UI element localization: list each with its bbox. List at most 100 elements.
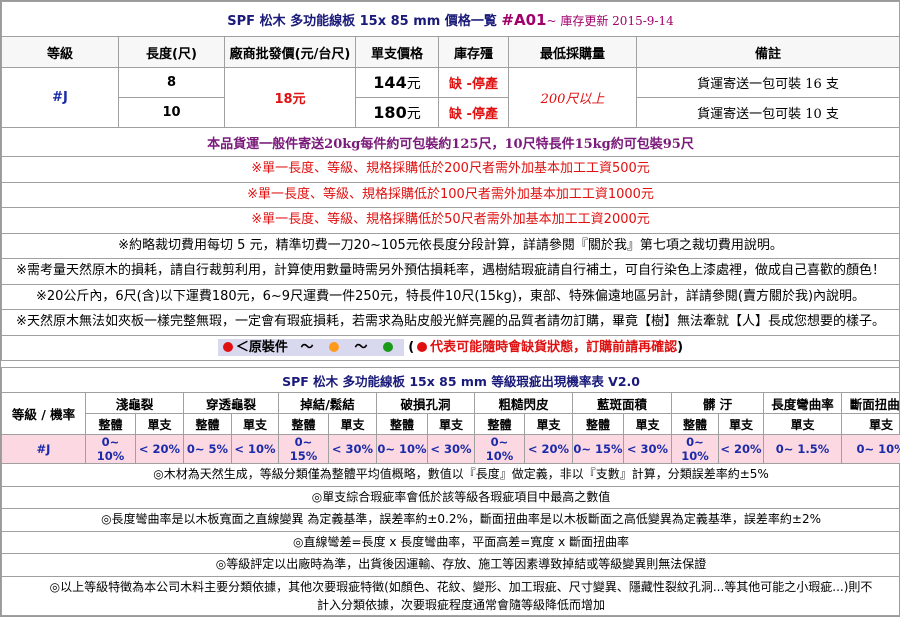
value-cell: < 20% xyxy=(719,435,764,464)
sub-header-single: 單支 xyxy=(842,414,900,435)
green-dot-icon xyxy=(383,342,393,352)
unit-price-cell: 144元 xyxy=(356,68,439,98)
price-unit: 元 xyxy=(407,106,421,122)
category-header: 掉結/鬆結 xyxy=(279,393,377,414)
legend-sep: ～ xyxy=(355,340,368,355)
sub-header-whole: 整體 xyxy=(377,414,428,435)
sub-header-single: 單支 xyxy=(136,414,184,435)
grade-header: 等級 / 機率 xyxy=(2,393,86,435)
sub-header-whole: 整體 xyxy=(475,414,525,435)
sub-header-whole: 整體 xyxy=(672,414,719,435)
product-code: #A01 xyxy=(501,11,546,29)
sub-header-single: 單支 xyxy=(329,414,377,435)
defect-title-size: 15x 85 mm xyxy=(409,374,487,389)
note-line: ※需考量天然原木的損耗，請自行裁剪利用，計算使用數量時需另外預估損耗率，遇樹結瑕… xyxy=(2,259,900,285)
title-suffix: 價格一覧 xyxy=(445,14,497,29)
note-line: ※單一長度、等級、規格採購低於100尺者需外加基本加工工資1000元 xyxy=(2,182,900,208)
unit-price: 144 xyxy=(373,73,406,92)
shipping-note: 本品貨運一般件寄送20kg每件約可包裝約125尺，10尺特長件15kg約可包裝9… xyxy=(2,128,900,157)
sub-header-single: 單支 xyxy=(525,414,573,435)
legend-sep: ～ xyxy=(300,340,313,355)
value-cell: < 10% xyxy=(232,435,279,464)
footnote-text: 計入分類依據，次要瑕疵程度通常會隨等級降低而增加 xyxy=(317,598,605,612)
table-row: 10 180元 缺 -停產 貨運寄送一包可裝 10 支 xyxy=(2,98,900,128)
category-header: 淺龜裂 xyxy=(86,393,184,414)
value-cell: < 30% xyxy=(428,435,475,464)
note-line: ※單一長度、等級、規格採購低於200尺者需外加基本加工工資500元 xyxy=(2,157,900,183)
category-header: 破損孔洞 xyxy=(377,393,475,414)
category-header: 藍斑面積 xyxy=(573,393,672,414)
col-length: 長度(尺) xyxy=(119,37,225,68)
sub-header-whole: 整體 xyxy=(573,414,624,435)
paren-open: ( xyxy=(408,340,414,355)
value-cell: 0~ 5% xyxy=(184,435,232,464)
value-cell: 0~ 10% xyxy=(86,435,136,464)
category-header: 穿透龜裂 xyxy=(184,393,279,414)
value-cell: 0~ 15% xyxy=(573,435,624,464)
value-cell: < 20% xyxy=(136,435,184,464)
defect-title-prefix: SPF 松木 多功能線板 xyxy=(282,374,405,389)
footnote-line: ◎等級評定以出廠時為準，出貨後因運輸、存放、施工等因素導致掉結或等級變異則無法保… xyxy=(2,554,900,577)
legend-label: ＜原裝件 xyxy=(236,340,288,355)
title-prefix: SPF 松木 多功能線板 xyxy=(227,14,355,29)
table-row: #J 8 18元 144元 缺 -停產 200尺以上 貨運寄送一包可裝 16 支 xyxy=(2,68,900,98)
page-title: SPF 松木 多功能線板 15x 85 mm 價格一覧 #A01~ 庫存更新 2… xyxy=(2,2,900,37)
defect-values-row: #J 0~ 10% < 20% 0~ 5% < 10% 0~ 15% < 30%… xyxy=(2,435,900,464)
sub-header-single: 單支 xyxy=(764,414,842,435)
page-container: SPF 松木 多功能線板 15x 85 mm 價格一覧 #A01~ 庫存更新 2… xyxy=(0,0,900,617)
defect-sub-header: 整體 單支 整體 單支 整體 單支 整體 單支 整體 單支 整體 單支 整體 單… xyxy=(2,414,900,435)
orange-dot-icon xyxy=(329,342,339,352)
sub-header-whole: 整體 xyxy=(184,414,232,435)
price-table: SPF 松木 多功能線板 15x 85 mm 價格一覧 #A01~ 庫存更新 2… xyxy=(1,1,900,361)
sub-header-single: 單支 xyxy=(232,414,279,435)
legend-row: ＜原裝件 ～ ～ (代表可能隨時會缺貨狀態，訂購前請再確認) xyxy=(2,335,900,361)
wholesale-price: 18元 xyxy=(225,68,356,128)
price-unit: 元 xyxy=(407,76,421,92)
sub-header-whole: 整體 xyxy=(86,414,136,435)
grade-cell: #J xyxy=(2,435,86,464)
defect-table-title: SPF 松木 多功能線板 15x 85 mm 等級瑕疵出現機率表 V2.0 xyxy=(2,368,900,393)
note-cell: 貨運寄送一包可裝 16 支 xyxy=(637,68,900,98)
price-table-header: 等級 長度(尺) 廠商批發價(元/台尺) 單支價格 庫存殭 最低採購量 備註 xyxy=(2,37,900,68)
col-wholesale: 廠商批發價(元/台尺) xyxy=(225,37,356,68)
note-line: ※單一長度、等級、規格採購低於50尺者需外加基本加工工資2000元 xyxy=(2,208,900,234)
sub-header-single: 單支 xyxy=(428,414,475,435)
col-min-order: 最低採購量 xyxy=(509,37,637,68)
red-dot-icon xyxy=(417,342,427,352)
unit-price-cell: 180元 xyxy=(356,98,439,128)
update-date: ~ 庫存更新 2015-9-14 xyxy=(546,14,673,28)
unit-price: 180 xyxy=(373,103,406,122)
value-cell: < 30% xyxy=(624,435,672,464)
length-cell: 10 xyxy=(119,98,225,128)
defect-table: SPF 松木 多功能線板 15x 85 mm 等級瑕疵出現機率表 V2.0 等級… xyxy=(1,367,900,616)
value-cell: 0~ 10% xyxy=(842,435,900,464)
footnote-line: ◎單支綜合瑕疵率會低於該等級各瑕疵項目中最高之數值 xyxy=(2,486,900,509)
paren-close: ) xyxy=(677,340,683,355)
min-order: 200尺以上 xyxy=(509,68,637,128)
sub-header-single: 單支 xyxy=(624,414,672,435)
value-cell: 0~ 1.5% xyxy=(764,435,842,464)
value-cell: < 30% xyxy=(329,435,377,464)
category-header: 髒 汙 xyxy=(672,393,764,414)
defect-title-suffix: 等級瑕疵出現機率表 V2.0 xyxy=(491,374,640,389)
stock-legend: ＜原裝件 ～ ～ xyxy=(218,339,404,356)
category-header: 粗糙閃皮 xyxy=(475,393,573,414)
footnote-line: ◎長度彎曲率是以木板寬面之直線變異 為定義基準，誤差率約±0.2%，斷面扭曲率是… xyxy=(2,509,900,532)
value-cell: 0~ 10% xyxy=(672,435,719,464)
col-unit-price: 單支價格 xyxy=(356,37,439,68)
stock-status: 缺 -停產 xyxy=(439,98,509,128)
sub-header-single: 單支 xyxy=(719,414,764,435)
category-header: 長度彎曲率 xyxy=(764,393,842,414)
col-grade: 等級 xyxy=(2,37,119,68)
note-line: ※約略裁切費用每切 5 元，精準切費一刀20~105元依長度分段計算，詳請參閱『… xyxy=(2,233,900,259)
stock-status: 缺 -停產 xyxy=(439,68,509,98)
footnote-text: ◎以上等級特徵為本公司木料主要分類依據，其他次要瑕疵特徵(如顏色、花紋、變形、加… xyxy=(50,580,873,594)
length-cell: 8 xyxy=(119,68,225,98)
red-dot-icon xyxy=(223,342,233,352)
defect-category-header: 等級 / 機率 淺龜裂 穿透龜裂 掉結/鬆結 破損孔洞 粗糙閃皮 藍斑面積 髒 … xyxy=(2,393,900,414)
title-size: 15x 85 mm xyxy=(360,14,441,29)
value-cell: 0~ 10% xyxy=(377,435,428,464)
value-cell: 0~ 15% xyxy=(279,435,329,464)
col-stock: 庫存殭 xyxy=(439,37,509,68)
note-line: ※20公斤內，6尺(含)以下運費180元，6~9尺運費一件250元，特長件10尺… xyxy=(2,284,900,310)
